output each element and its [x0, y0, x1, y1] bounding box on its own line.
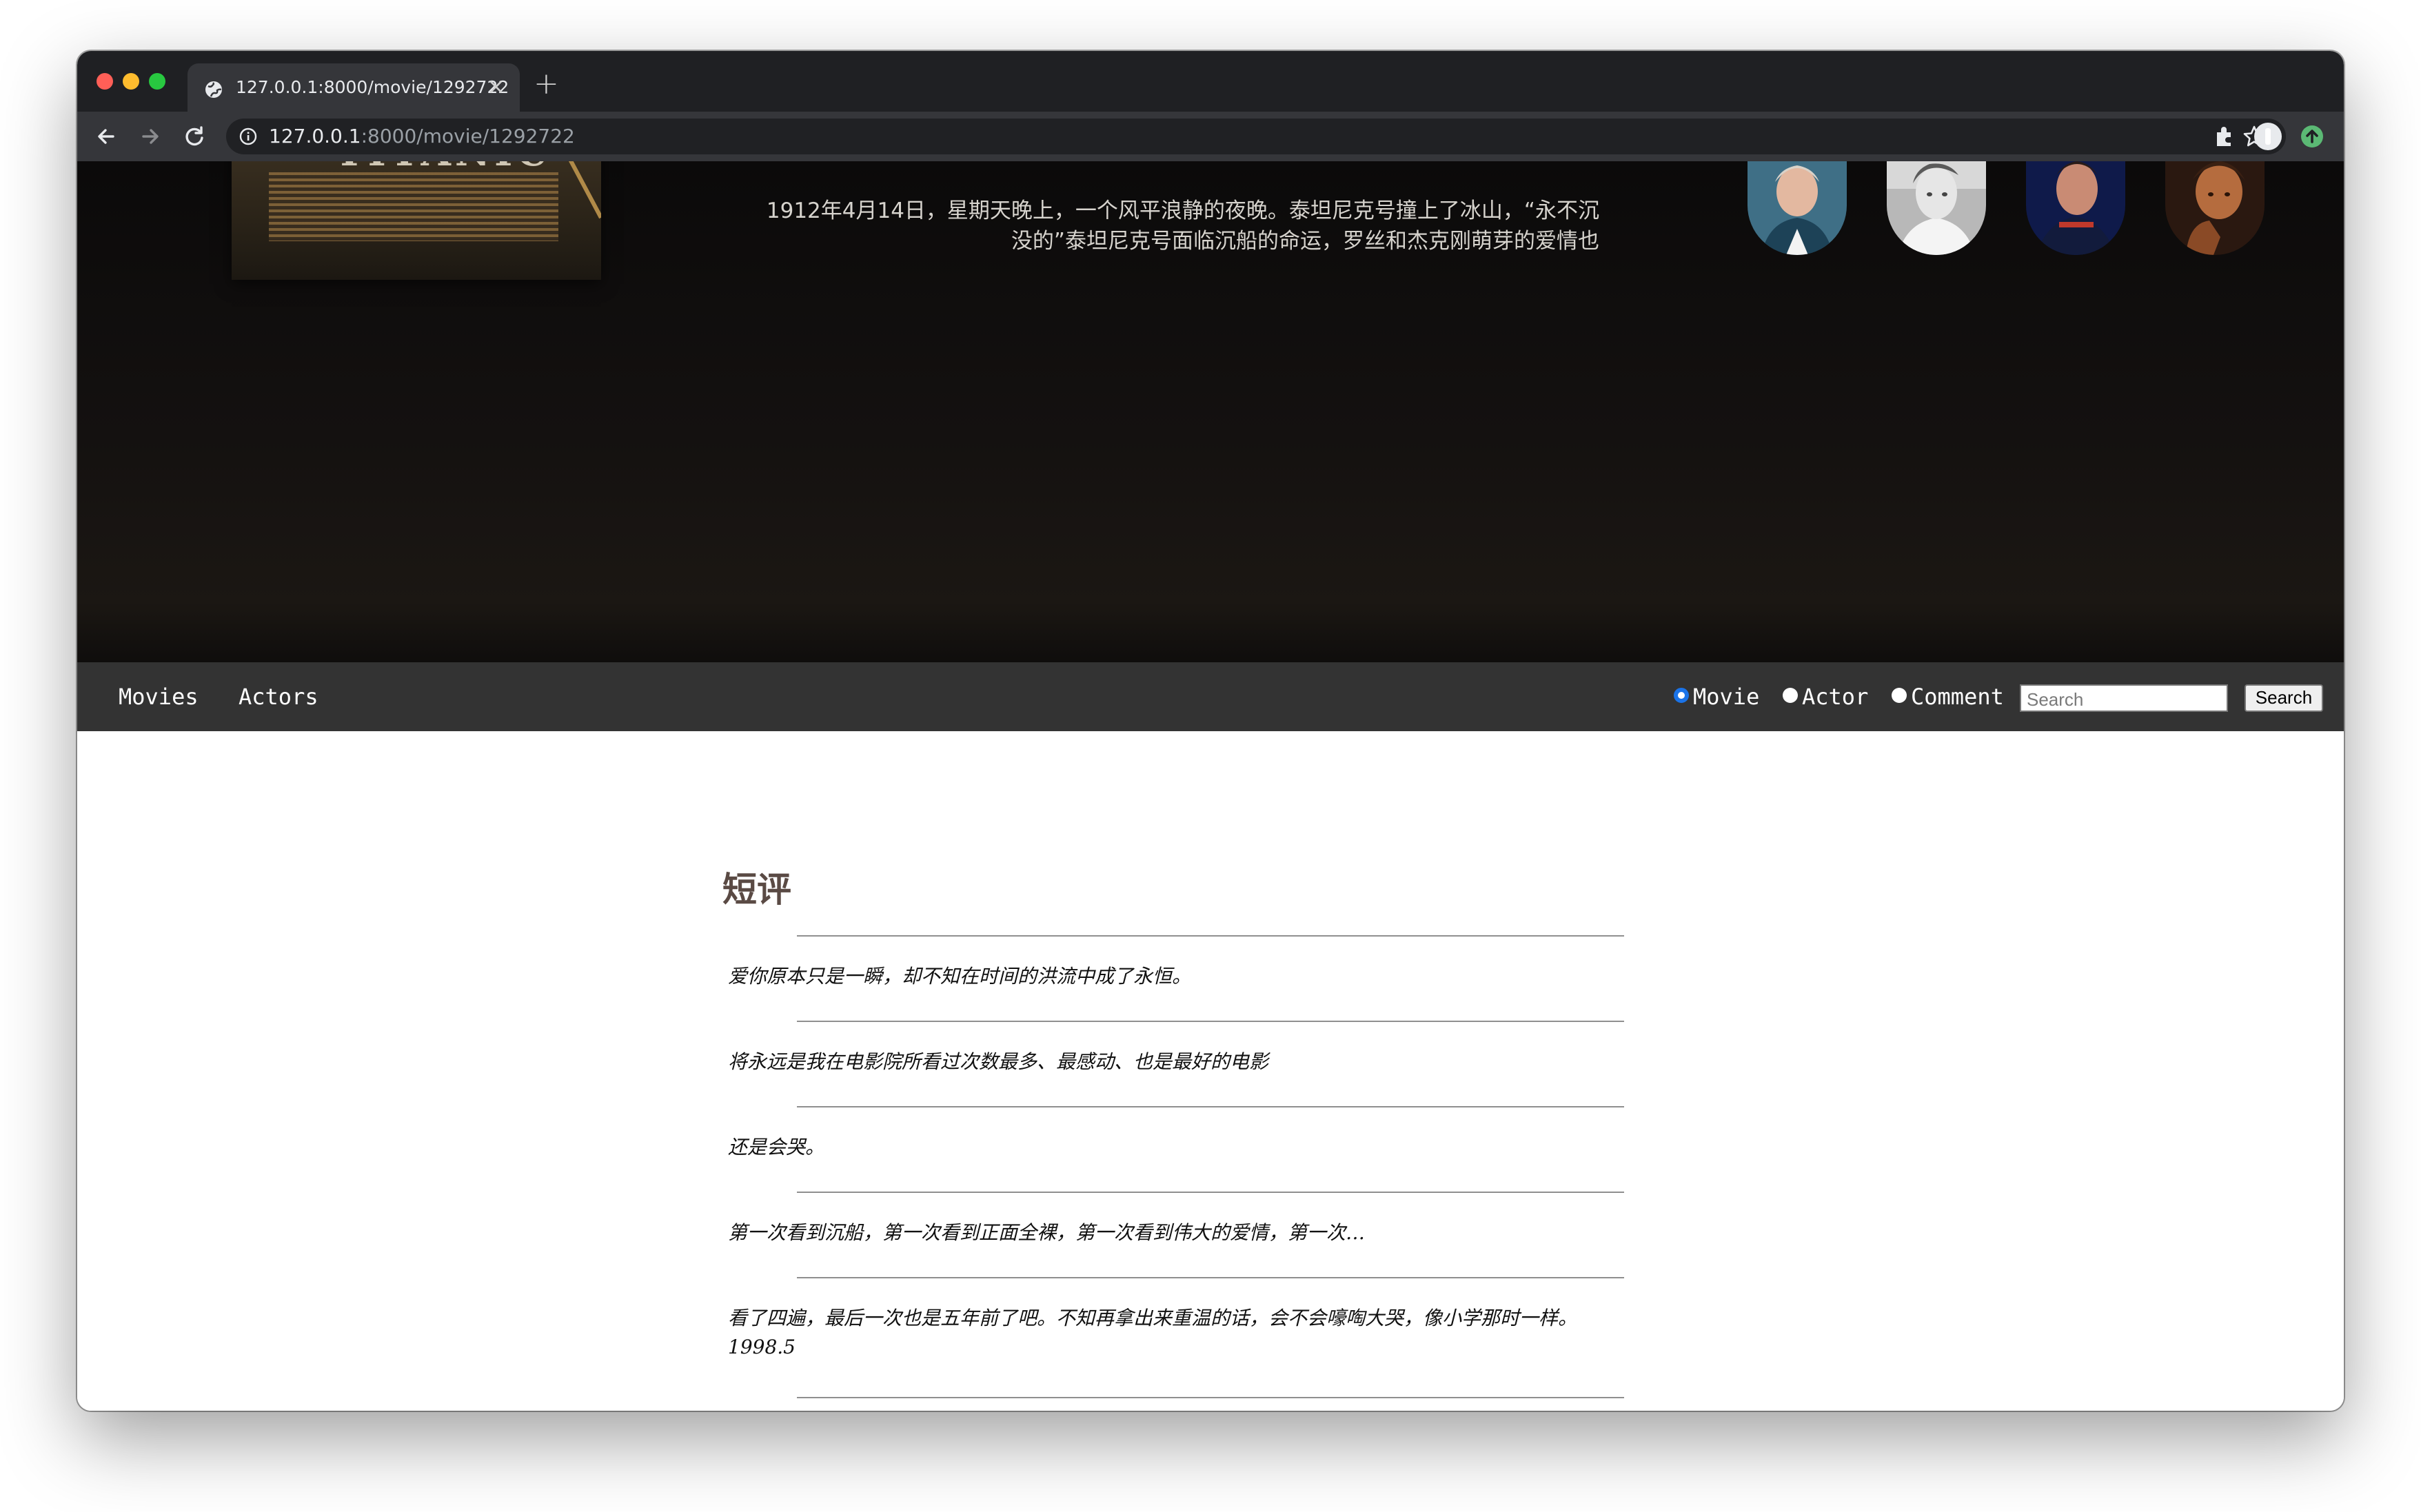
extensions-puzzle-icon[interactable]: [2209, 121, 2239, 152]
radio-movie[interactable]: [1674, 688, 1689, 703]
globe-icon: [205, 81, 222, 98]
divider: [797, 1192, 1624, 1193]
back-arrow-icon[interactable]: [92, 123, 120, 150]
divider: [797, 1021, 1624, 1022]
reviews-heading: 短评: [722, 870, 791, 910]
reload-icon[interactable]: [181, 123, 208, 150]
minimize-window-button[interactable]: [123, 73, 139, 90]
review-item-date: 1998.5: [728, 1336, 796, 1358]
actor-avatar[interactable]: [1748, 161, 1847, 255]
browser-toolbar: 127.0.0.1:8000/movie/1292722: [77, 112, 2344, 161]
radio-comment[interactable]: [1892, 688, 1907, 703]
browser-tab[interactable]: 127.0.0.1:8000/movie/1292722 ×: [188, 63, 520, 112]
actor-avatar[interactable]: [1887, 161, 1986, 255]
tab-close-icon[interactable]: ×: [487, 75, 505, 97]
movie-hero: TITANIC 1912年4月14日，星期天晚上，一个风平浪静的夜晚。泰坦尼克号…: [77, 161, 2344, 662]
search-placeholder: Search: [2027, 689, 2084, 710]
divider: [797, 1277, 1624, 1278]
profile-avatar-icon[interactable]: [2253, 121, 2283, 152]
new-tab-icon[interactable]: +: [534, 69, 559, 99]
nav-link-actors[interactable]: Actors: [239, 684, 318, 710]
maximize-window-button[interactable]: [149, 73, 165, 90]
site-info-icon[interactable]: [239, 127, 258, 146]
tab-title: 127.0.0.1:8000/movie/1292722: [236, 77, 509, 97]
divider: [797, 935, 1624, 937]
review-item: 爱你原本只是一瞬，却不知在时间的洪流中成了永恒。: [728, 965, 1192, 988]
nav-link-movies[interactable]: Movies: [119, 684, 199, 710]
poster-credits: [269, 172, 558, 241]
radio-comment-label[interactable]: Comment: [1911, 684, 2004, 710]
url-host: 127.0.0.1: [269, 125, 361, 147]
actor-avatar[interactable]: [2026, 161, 2125, 255]
review-item: 将永远是我在电影院所看过次数最多、最感动、也是最好的电影: [728, 1050, 1269, 1073]
radio-actor-label[interactable]: Actor: [1802, 684, 1868, 710]
divider: [797, 1106, 1624, 1107]
tab-bar: 127.0.0.1:8000/movie/1292722 × +: [77, 51, 2344, 112]
address-bar[interactable]: 127.0.0.1:8000/movie/1292722: [226, 119, 2286, 154]
update-icon[interactable]: [2297, 121, 2327, 152]
movie-poster: TITANIC: [232, 161, 601, 280]
site-navbar: Movies Actors Movie Actor Comment Search…: [77, 662, 2344, 731]
search-button[interactable]: Search: [2245, 684, 2323, 712]
radio-movie-label[interactable]: Movie: [1693, 684, 1759, 710]
divider: [797, 1397, 1624, 1398]
review-item: 第一次看到沉船，第一次看到正面全裸，第一次看到伟大的爱情，第一次…: [728, 1221, 1366, 1244]
review-item: 还是会哭。: [728, 1136, 825, 1158]
actor-avatar[interactable]: [2165, 161, 2265, 255]
review-item: 看了四遍，最后一次也是五年前了吧。不知再拿出来重温的话，会不会嚎啕大哭，像小学那…: [728, 1307, 1578, 1329]
radio-actor[interactable]: [1783, 688, 1798, 703]
search-input[interactable]: Search: [2020, 684, 2228, 712]
browser-window: 127.0.0.1:8000/movie/1292722 × + 127.0.0…: [77, 51, 2344, 1411]
movie-synopsis: 1912年4月14日，星期天晚上，一个风平浪静的夜晚。泰坦尼克号撞上了冰山，“永…: [766, 198, 1599, 254]
url-path: :8000/movie/1292722: [361, 125, 575, 147]
url-text: 127.0.0.1:8000/movie/1292722: [269, 125, 575, 147]
forward-arrow-icon[interactable]: [136, 123, 164, 150]
close-window-button[interactable]: [97, 73, 113, 90]
reviews-section: 短评 爱你原本只是一瞬，却不知在时间的洪流中成了永恒。 将永远是我在电影院所看过…: [77, 731, 2344, 1411]
